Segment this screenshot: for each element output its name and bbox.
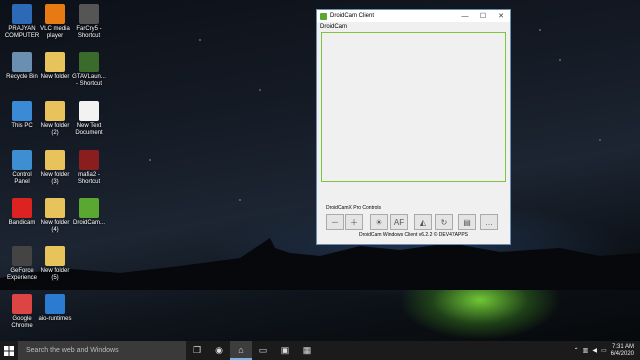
- desktop-icon[interactable]: VLC media player: [36, 4, 74, 40]
- desktop-icon[interactable]: New Text Document: [70, 101, 108, 137]
- close-button[interactable]: ✕: [492, 12, 510, 20]
- status-text: DroidCam Windows Client v6.2.2 © DEV47AP…: [358, 232, 468, 238]
- desktop-icon[interactable]: FarCry5 - Shortcut: [70, 4, 108, 40]
- start-button[interactable]: [0, 341, 18, 360]
- store-icon[interactable]: ▣: [274, 341, 296, 360]
- network-icon[interactable]: ▥: [583, 347, 589, 354]
- desktop-icon-label: New folder (4): [40, 220, 70, 233]
- desktop-icon[interactable]: GTAVLaun... - Shortcut: [70, 52, 108, 88]
- task-view-icon[interactable]: ❐: [186, 341, 208, 360]
- desktop-icon-label: FarCry5 - Shortcut: [76, 26, 102, 39]
- this-pc-icon: [12, 101, 32, 121]
- clock[interactable]: 7:31 AM 6/4/2020: [611, 344, 634, 358]
- zoom-in-icon[interactable]: ＋: [345, 214, 363, 230]
- text-document-icon: [79, 101, 99, 121]
- desktop-icon-label: VLC media player: [40, 26, 70, 39]
- geforce-icon: [12, 246, 32, 266]
- maximize-button[interactable]: ☐: [474, 12, 492, 20]
- window-title: DroidCam Client: [330, 13, 375, 19]
- vlc-icon: [45, 4, 65, 24]
- volume-icon[interactable]: ◀: [592, 347, 597, 354]
- desktop-icon[interactable]: DroidCam...: [70, 198, 108, 227]
- save-picture-icon[interactable]: ▤: [458, 214, 476, 230]
- desktop-icon[interactable]: aio-runtimes: [36, 294, 74, 323]
- desktop-icon-label: GTAVLaun... - Shortcut: [72, 74, 106, 87]
- taskbar: Search the web and Windows ❐ ◉ ⌂ ▭ ▣ ▦ ⌃ ▥ ◀ …: [0, 341, 640, 360]
- chrome-taskbar-icon[interactable]: ◉: [208, 341, 230, 360]
- folder-icon: [45, 101, 65, 121]
- chrome-icon: [12, 294, 32, 314]
- bandicam-icon: [12, 198, 32, 218]
- desktop-icon-label: New Text Document: [75, 123, 103, 136]
- rotate-icon[interactable]: ↻: [435, 214, 453, 230]
- folder-icon: [45, 246, 65, 266]
- search-box[interactable]: Search the web and Windows: [18, 341, 186, 360]
- desktop-icon[interactable]: New folder (2): [36, 101, 74, 137]
- desktop-icon-label: New folder (5): [40, 268, 70, 281]
- flash-icon[interactable]: ☀: [370, 214, 388, 230]
- minimize-button[interactable]: —: [456, 13, 474, 20]
- desktop-icon-label: aio-runtimes: [38, 316, 72, 322]
- droidcam-icon: [79, 198, 99, 218]
- droidcam-taskbar-icon[interactable]: ⌂: [230, 341, 252, 360]
- aio-runtimes-icon: [45, 294, 65, 314]
- desktop-icon-label: New folder (2): [40, 123, 70, 136]
- pro-controls-label: DroidCamX Pro Controls: [326, 205, 382, 211]
- windows-logo-icon: [4, 345, 14, 356]
- desktop-icon-label: New folder: [40, 74, 70, 80]
- message-icon[interactable]: ▭: [601, 347, 607, 354]
- clock-time: 7:31 AM: [611, 343, 634, 350]
- desktop-icon-label: DroidCam...: [72, 220, 105, 226]
- file-explorer-icon[interactable]: ▭: [252, 341, 274, 360]
- computer-icon: [12, 4, 32, 24]
- farcry5-icon: [79, 4, 99, 24]
- more-options-icon[interactable]: …: [480, 214, 498, 230]
- gtav-icon: [79, 52, 99, 72]
- mafia2-icon: [79, 150, 99, 170]
- autofocus-icon[interactable]: AF: [390, 214, 408, 230]
- system-tray: ⌃ ▥ ◀ ▭ 7:31 AM 6/4/2020: [574, 341, 640, 360]
- folder-icon: [45, 150, 65, 170]
- droidcam-app-icon: [320, 12, 327, 20]
- chevron-up-icon[interactable]: ⌃: [574, 347, 579, 354]
- folder-icon: [45, 198, 65, 218]
- desktop-icon[interactable]: New folder (5): [36, 246, 74, 282]
- clock-date: 6/4/2020: [610, 350, 634, 357]
- pinned-app-icon[interactable]: ▦: [296, 341, 318, 360]
- desktop-icon[interactable]: New folder (4): [36, 198, 74, 234]
- recycle-bin-icon: [12, 52, 32, 72]
- mirror-icon[interactable]: ◭: [414, 214, 432, 230]
- desktop-icon-label: mafia2 - Shortcut: [77, 172, 101, 185]
- desktop-icon-label: New folder (3): [40, 172, 70, 185]
- title-bar[interactable]: DroidCam Client — ☐ ✕: [317, 10, 510, 22]
- desktop-icon[interactable]: New folder (3): [36, 150, 74, 186]
- desktop-icon[interactable]: New folder: [36, 52, 74, 81]
- control-panel-icon: [12, 150, 32, 170]
- zoom-out-icon[interactable]: －: [326, 214, 344, 230]
- desktop-icon[interactable]: mafia2 - Shortcut: [70, 150, 108, 186]
- video-preview: [321, 32, 506, 182]
- folder-icon: [45, 52, 65, 72]
- droidcam-window: DroidCam Client — ☐ ✕ DroidCam DroidCamX…: [316, 9, 511, 245]
- menu-droidcam[interactable]: DroidCam: [317, 22, 510, 32]
